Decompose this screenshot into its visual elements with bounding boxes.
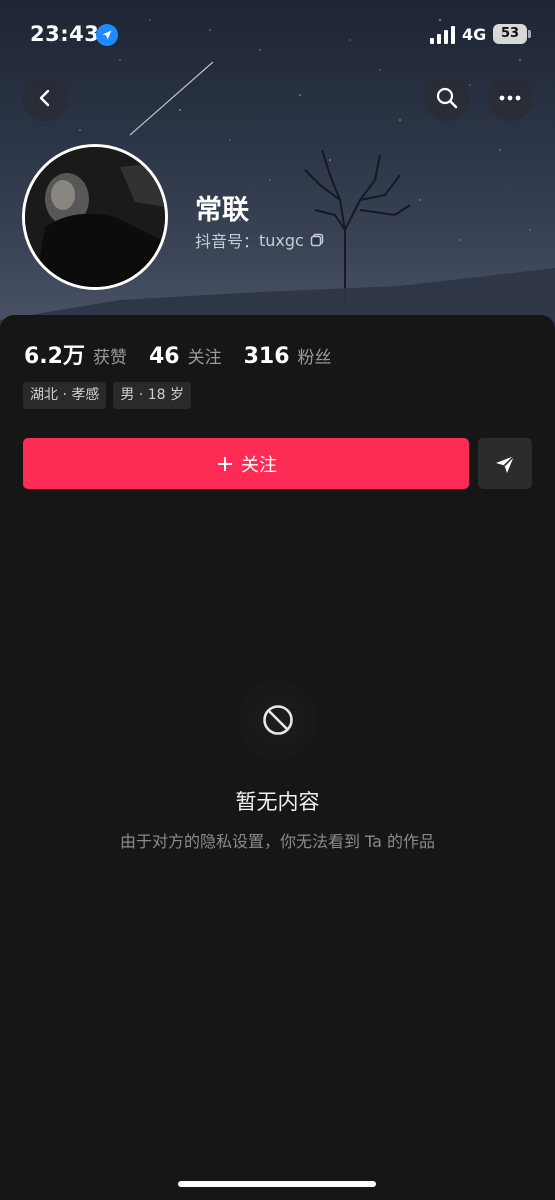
no-entry-icon <box>263 705 293 735</box>
search-icon <box>436 87 458 109</box>
cellular-signal-icon <box>430 26 455 44</box>
avatar[interactable] <box>22 144 168 290</box>
more-icon <box>499 95 521 101</box>
location-arrow-icon <box>96 24 118 46</box>
followers-count[interactable]: 316 <box>244 344 290 369</box>
status-bar: 23:43 4G 53 <box>0 0 555 70</box>
following-label[interactable]: 关注 <box>188 343 222 368</box>
location-tag: 湖北 · 孝感 <box>23 382 107 409</box>
douyin-id-value: tuxgc <box>259 230 304 250</box>
search-button[interactable] <box>424 75 470 121</box>
battery-tip <box>528 30 531 38</box>
chevron-left-icon <box>39 89 50 107</box>
following-count[interactable]: 46 <box>149 344 180 369</box>
more-button[interactable] <box>487 75 533 121</box>
share-button[interactable] <box>478 438 532 489</box>
send-icon <box>496 454 515 473</box>
profile-stats: 6.2万 获赞 46 关注 316 粉丝 <box>24 338 354 370</box>
douyin-id-label: 抖音号： <box>195 232 260 251</box>
profile-tags: 湖北 · 孝感 男 · 18 岁 <box>23 382 198 409</box>
empty-state-icon-wrap <box>238 680 318 760</box>
follow-button[interactable]: 关注 <box>23 438 469 489</box>
network-type: 4G <box>462 25 487 44</box>
gender-age-tag: 男 · 18 岁 <box>113 382 191 409</box>
copy-icon[interactable] <box>310 233 324 247</box>
likes-count[interactable]: 6.2万 <box>24 338 85 370</box>
plus-icon <box>218 456 232 471</box>
empty-state-title: 暂无内容 <box>235 790 320 814</box>
empty-state-description: 由于对方的隐私设置，你无法看到 Ta 的作品 <box>119 832 436 851</box>
avatar-photo <box>25 147 165 287</box>
douyin-id-row[interactable]: 抖音号： tuxgc <box>195 228 324 252</box>
follow-button-label: 关注 <box>241 454 277 476</box>
battery-indicator: 53 <box>493 24 527 44</box>
followers-label[interactable]: 粉丝 <box>298 343 332 368</box>
likes-label[interactable]: 获赞 <box>93 343 127 368</box>
home-indicator[interactable] <box>178 1181 376 1187</box>
profile-name: 常联 <box>195 195 249 226</box>
back-button[interactable] <box>22 75 68 121</box>
status-time: 23:43 <box>30 22 100 46</box>
